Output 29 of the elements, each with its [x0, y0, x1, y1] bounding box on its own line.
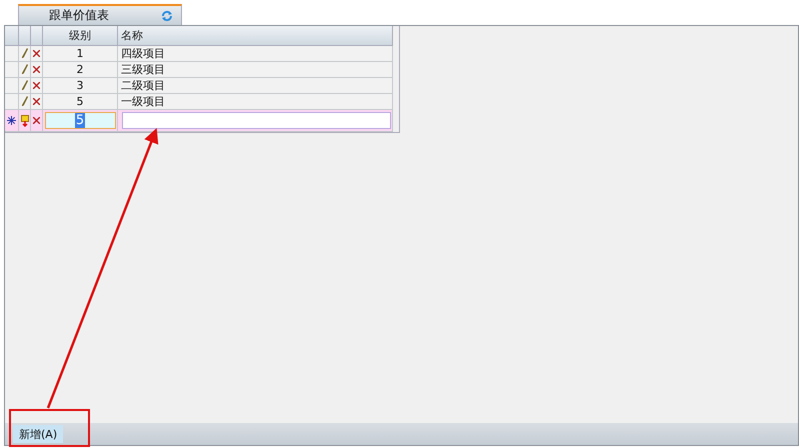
- level-input-field[interactable]: 5: [44, 112, 116, 129]
- header-cell: [5, 26, 19, 46]
- add-button[interactable]: 新增(A): [13, 425, 64, 443]
- header-cell: [31, 26, 43, 46]
- pencil-icon[interactable]: [22, 96, 28, 107]
- name-input-field[interactable]: [122, 112, 391, 129]
- save-icon[interactable]: [20, 114, 28, 126]
- pencil-icon[interactable]: [22, 80, 28, 91]
- refresh-icon[interactable]: [161, 10, 173, 22]
- table-cell: 二级项目: [118, 78, 393, 94]
- pencil-icon[interactable]: [22, 64, 28, 75]
- delete-icon[interactable]: [33, 98, 40, 105]
- table-cell: 3: [43, 78, 118, 94]
- column-header: 级别: [43, 26, 118, 46]
- delete-icon[interactable]: [33, 117, 40, 124]
- delete-icon[interactable]: [33, 50, 40, 57]
- table-cell: 2: [43, 62, 118, 78]
- pencil-icon[interactable]: [22, 48, 28, 59]
- delete-icon[interactable]: [33, 82, 40, 89]
- table-cell: 四级项目: [118, 46, 393, 62]
- header-cell: [19, 26, 31, 46]
- table-cell: 5: [43, 94, 118, 110]
- table-cell: 三级项目: [118, 62, 393, 78]
- table-cell: 1: [43, 46, 118, 62]
- table-cell: 一级项目: [118, 94, 393, 110]
- asterisk-icon: [7, 116, 16, 125]
- column-header: 名称: [118, 26, 393, 46]
- delete-icon[interactable]: [33, 66, 40, 73]
- tab[interactable]: 跟单价值表: [18, 4, 182, 25]
